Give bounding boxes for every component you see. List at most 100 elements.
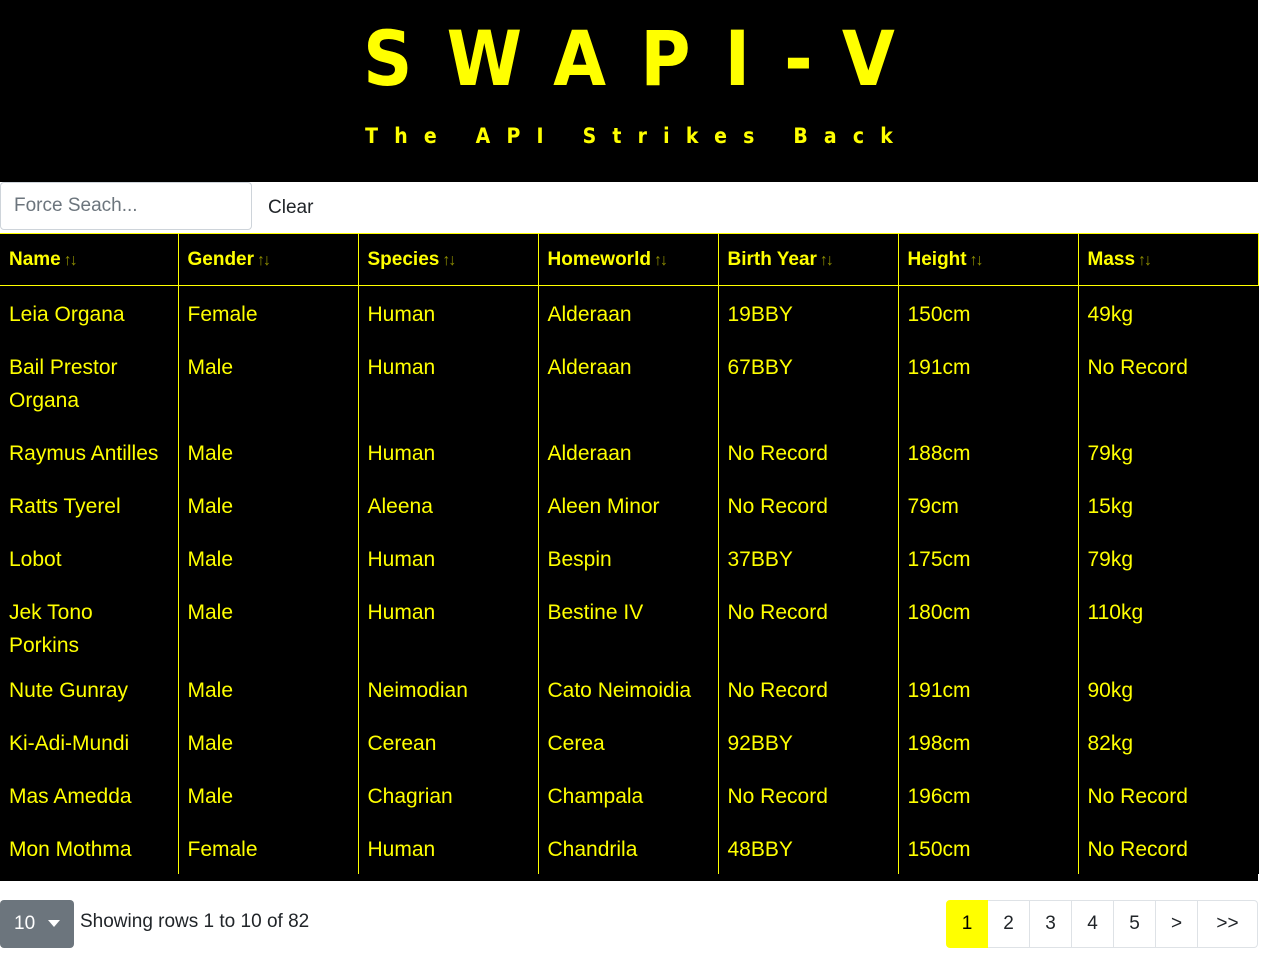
cell-birth-year: No Record [717,477,898,531]
column-header-species[interactable]: Species ↑↓ [357,233,538,286]
cell-gender: Female [177,285,358,339]
cell-species: Human [357,338,538,425]
column-header-label: Mass [1087,249,1136,270]
cell-mass: 15kg [1077,477,1258,531]
cell-height: 188cm [897,424,1078,478]
search-bar: Clear [0,182,1258,234]
column-header-height[interactable]: Height ↑↓ [897,233,1078,286]
cell-height: 198cm [897,714,1078,768]
page-button-4[interactable]: 4 [1072,900,1114,948]
table-row: Mon Mothma Female Human Chandrila 48BBY 150cm… [0,820,1258,874]
characters-table-container: Name ↑↓ Gender ↑↓ Species ↑↓ Homeworld ↑↓ Birth … [0,233,1259,881]
table-header-row: Name ↑↓ Gender ↑↓ Species ↑↓ Homeworld ↑↓ Birth … [0,233,1259,286]
pagination: 1 2 3 4 5 > >> [946,900,1258,948]
cell-height: 175cm [897,530,1078,584]
column-header-label: Birth Year [727,249,817,270]
column-header-gender[interactable]: Gender ↑↓ [177,233,358,286]
sort-icon[interactable]: ↑↓ [820,252,834,269]
cell-birth-year: No Record [717,767,898,821]
table-row: Leia Organa Female Human Alderaan 19BBY 150cm… [0,285,1258,339]
column-header-name[interactable]: Name ↑↓ [0,233,178,286]
cell-birth-year: 19BBY [717,285,898,339]
page-button-6[interactable]: > [1156,900,1198,948]
cell-gender: Male [177,767,358,821]
table-row: Lobot Male Human Bespin 37BBY 175cm 79kg [0,530,1258,584]
cell-height: 191cm [897,661,1078,715]
sort-icon[interactable]: ↑↓ [64,252,78,269]
column-header-homeworld[interactable]: Homeworld ↑↓ [537,233,718,286]
cell-species: Human [357,820,538,874]
search-input[interactable] [0,182,252,230]
sort-icon[interactable]: ↑↓ [970,252,984,269]
cell-height: 79cm [897,477,1078,531]
column-header-label: Height [907,249,967,270]
cell-gender: Male [177,583,358,662]
cell-species: Aleena [357,477,538,531]
cell-homeworld: Chandrila [537,820,718,874]
cell-homeworld: Bespin [537,530,718,584]
cell-homeworld: Alderaan [537,285,718,339]
cell-mass: 110kg [1077,583,1258,662]
table-row: Nute Gunray Male Neimodian Cato Neimoidia No… [0,661,1258,715]
cell-name: Ratts Tyerel [9,494,121,518]
page-button-2[interactable]: 2 [988,900,1030,948]
cell-homeworld: Bestine IV [537,583,718,662]
cell-species: Chagrian [357,767,538,821]
cell-species: Human [357,424,538,478]
page-size-dropdown[interactable]: 10 [0,900,74,948]
cell-birth-year: 48BBY [717,820,898,874]
sort-icon[interactable]: ↑↓ [257,252,271,269]
cell-mass: 79kg [1077,424,1258,478]
column-header-label: Gender [187,249,255,270]
cell-birth-year: No Record [717,424,898,478]
sort-icon[interactable]: ↑↓ [654,252,668,269]
cell-mass: No Record [1077,338,1258,425]
cell-species: Human [357,285,538,339]
cell-birth-year: 92BBY [717,714,898,768]
app-title: SWAPI-V [363,14,930,103]
cell-name: Ki-Adi-Mundi [9,731,130,755]
page-button-7[interactable]: >> [1198,900,1258,948]
cell-homeworld: Cato Neimoidia [537,661,718,715]
cell-name: Mas Amedda [9,784,132,808]
cell-name: Lobot [9,547,62,571]
page-button-1[interactable]: 1 [946,900,988,948]
cell-name: Leia Organa [9,303,125,326]
table-row: Raymus Antilles Male Human Alderaan No Recor… [0,424,1258,478]
chevron-down-icon [48,920,60,927]
rows-info: Showing rows 1 to 10 of 82 [80,911,310,932]
page-size-value: 10 [14,913,36,934]
cell-birth-year: 67BBY [717,338,898,425]
clear-button[interactable]: Clear [256,190,325,226]
table-body: Leia Organa Female Human Alderaan 19BBY 150cm… [0,285,1258,874]
sort-icon[interactable]: ↑↓ [1138,252,1152,269]
cell-height: 196cm [897,767,1078,821]
cell-homeworld: Aleen Minor [537,477,718,531]
page: SWAPI-V The API Strikes Back Clear Name↑… [0,0,1262,960]
cell-gender: Female [177,820,358,874]
cell-gender: Male [177,477,358,531]
table-footer: 10 Showing rows 1 to 10 of 82 1 2 3 4 5 > >> [0,900,1262,948]
table-row: Ki-Adi-Mundi Male Cerean Cerea 92BBY 198cm 82k… [0,714,1258,768]
page-button-5[interactable]: 5 [1114,900,1156,948]
cell-species: Neimodian [357,661,538,715]
cell-name: Mon Mothma [9,837,132,861]
cell-gender: Male [177,661,358,715]
cell-homeworld: Alderaan [537,424,718,478]
cell-height: 191cm [897,338,1078,425]
cell-species: Human [357,530,538,584]
column-header-birth-year[interactable]: Birth Year ↑↓ [717,233,898,286]
table-row: Ratts Tyerel Male Aleena Aleen Minor No Reco… [0,477,1258,531]
cell-name: Nute Gunray [9,678,129,702]
column-header-mass[interactable]: Mass ↑↓ [1077,233,1259,286]
cell-mass: No Record [1077,767,1258,821]
cell-mass: 90kg [1077,661,1258,715]
cell-homeworld: Champala [537,767,718,821]
sort-icon[interactable]: ↑↓ [442,252,456,269]
cell-species: Human [357,583,538,662]
app-subtitle: The API Strikes Back [365,124,910,148]
cell-gender: Male [177,338,358,425]
cell-mass: 49kg [1077,285,1258,339]
cell-mass: 79kg [1077,530,1258,584]
page-button-3[interactable]: 3 [1030,900,1072,948]
